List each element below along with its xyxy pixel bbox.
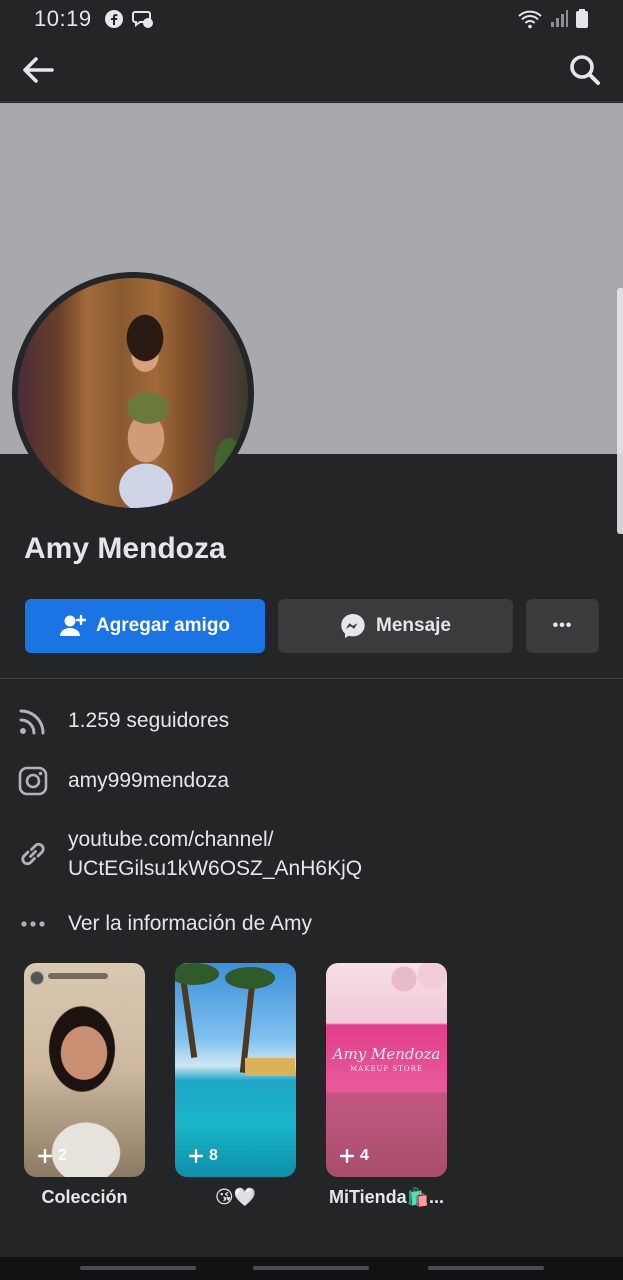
profile-actions: Agregar amigo Mensaje •••	[25, 599, 599, 653]
featured-count: 8	[209, 1147, 218, 1164]
add-friend-label: Agregar amigo	[95, 615, 231, 636]
divider	[0, 678, 623, 679]
link-icon	[18, 839, 48, 869]
plus-icon	[189, 1149, 203, 1163]
facebook-notification-icon	[104, 10, 123, 28]
messenger-notification-icon	[131, 11, 153, 28]
featured-thumbnail[interactable]: 8	[175, 963, 296, 1177]
signal-icon	[551, 10, 568, 27]
message-button[interactable]: Mensaje	[278, 599, 513, 653]
status-bar: 10:19	[0, 0, 623, 38]
website-link-line2: UCtEGilsu1kW6OSZ_AnH6KjQ	[68, 857, 363, 880]
featured-count: 4	[360, 1147, 369, 1164]
message-label: Mensaje	[376, 615, 451, 636]
featured-label: 😘🤍	[214, 1187, 257, 1207]
messenger-icon	[341, 614, 365, 638]
instagram-handle: amy999mendoza	[68, 769, 230, 792]
plus-icon	[38, 1149, 52, 1163]
featured-item[interactable]: 8 😘🤍	[175, 963, 296, 1208]
featured-thumbnail[interactable]: Amy Mendoza MAKEUP STORE 4	[326, 963, 447, 1177]
featured-label: MiTienda🛍️...	[328, 1187, 445, 1207]
featured-collections: 2 Colección 8 😘🤍 Amy Mendoza MAKEUP STOR…	[24, 963, 447, 1208]
instagram-icon	[18, 766, 48, 796]
search-button[interactable]	[565, 50, 605, 90]
followers-count: 1.259 seguidores	[68, 709, 230, 732]
see-about-label: Ver la información de Amy	[68, 912, 312, 935]
rss-icon	[18, 706, 48, 736]
info-followers[interactable]: 1.259 seguidores	[18, 706, 229, 736]
featured-count: 2	[58, 1147, 67, 1164]
plus-icon	[340, 1149, 354, 1163]
featured-thumbnail[interactable]: 2	[24, 963, 145, 1177]
profile-picture[interactable]	[12, 272, 254, 514]
add-friend-button[interactable]: Agregar amigo	[25, 599, 265, 653]
featured-item[interactable]: 2 Colección	[24, 963, 145, 1208]
avatar	[18, 278, 248, 508]
arrow-left-icon	[23, 56, 54, 83]
store-logo-title: Amy Mendoza	[332, 1045, 441, 1063]
featured-label: Colección	[41, 1187, 128, 1207]
store-logo-subtitle: MAKEUP STORE	[350, 1065, 423, 1073]
nav-home[interactable]	[253, 1266, 369, 1270]
wifi-icon	[518, 10, 542, 29]
info-instagram[interactable]: amy999mendoza	[18, 766, 229, 796]
add-friend-icon	[59, 614, 86, 636]
battery-icon	[576, 9, 588, 28]
store-logo: Amy Mendoza MAKEUP STORE	[326, 1045, 447, 1073]
see-about-info[interactable]: Ver la información de Amy	[18, 909, 312, 939]
featured-item[interactable]: Amy Mendoza MAKEUP STORE 4 MiTienda🛍️...	[326, 963, 447, 1208]
more-horizontal-icon	[18, 909, 48, 939]
scrollbar[interactable]	[617, 288, 623, 534]
profile-name: Amy Mendoza	[24, 532, 226, 565]
search-icon	[570, 54, 600, 85]
app-bar	[0, 38, 623, 102]
back-button[interactable]	[18, 50, 58, 90]
nav-back[interactable]	[428, 1266, 544, 1270]
more-icon: •••	[552, 617, 573, 634]
info-website[interactable]: youtube.com/channel/ UCtEGilsu1kW6OSZ_An…	[18, 825, 362, 883]
nav-recents[interactable]	[80, 1266, 196, 1270]
website-link-line1: youtube.com/channel/	[68, 828, 274, 851]
more-options-button[interactable]: •••	[526, 599, 599, 653]
status-time: 10:19	[34, 6, 92, 31]
